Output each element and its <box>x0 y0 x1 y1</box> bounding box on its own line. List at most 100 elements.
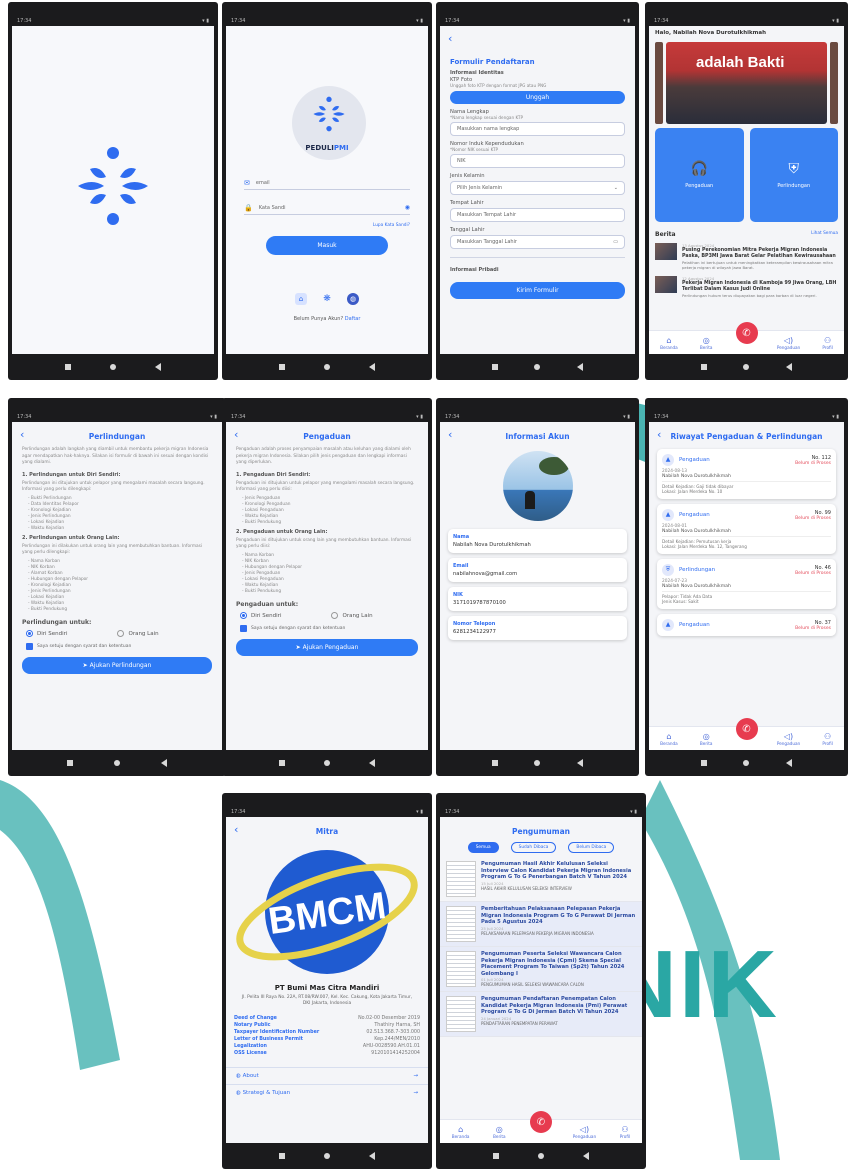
info-row: Legalization AHU-0028590.AH.01.01 <box>234 1044 420 1049</box>
calendar-icon[interactable]: ▭ <box>613 239 618 245</box>
eye-icon[interactable]: ◉ <box>405 204 410 211</box>
target-radio-group: Diri Sendiri Orang Lain <box>12 627 222 640</box>
call-button[interactable]: ✆ <box>735 322 758 344</box>
birthdate-input[interactable]: Masukkan Tanggal Lahir ▭ <box>450 235 625 249</box>
headset-icon: 🎧 <box>690 161 708 177</box>
page-title: Pengumuman <box>511 827 570 836</box>
house-icon[interactable]: ⌂ <box>295 293 307 305</box>
news-item[interactable]: 13 Agustus 2024 Pusing Perekonomian Mitra… <box>649 240 844 273</box>
back-arrow-icon[interactable]: ‹ <box>657 428 661 441</box>
history-card[interactable]: ▲ Pengaduan No. 37 Belum di Proses <box>657 614 836 636</box>
email-field[interactable]: ✉ email <box>244 176 410 190</box>
agree-checkbox[interactable]: Saya setuju dengan syarat dan ketentuan <box>12 640 222 653</box>
person-icon: ⚇ <box>824 731 832 741</box>
tab-profile[interactable]: ⚇ Profil <box>822 732 832 746</box>
submit-protection-button[interactable]: ➤ Ajukan Perlindungan <box>22 656 212 674</box>
submit-complaint-button[interactable]: ➤ Ajukan Pengaduan <box>236 638 418 656</box>
back-arrow-icon[interactable]: ‹ <box>234 823 238 836</box>
announcement-item[interactable]: Pengumuman Hasil Akhir Kelulusan Seleksi… <box>440 857 642 902</box>
system-nav[interactable] <box>222 750 432 776</box>
back-arrow-icon[interactable]: ‹ <box>448 32 452 45</box>
name-card: Nama Nabilah Nova Durotulkhikmah <box>448 529 627 553</box>
radio-self[interactable]: Diri Sendiri <box>240 611 281 619</box>
tab-home[interactable]: ⌂ Beranda <box>660 732 678 746</box>
system-nav[interactable] <box>8 354 218 380</box>
password-field[interactable]: 🔒 Kata Sandi ◉ <box>244 201 410 215</box>
system-nav[interactable] <box>436 1143 646 1169</box>
tab-home[interactable]: ⌂ Beranda <box>660 336 678 350</box>
complaint-tile[interactable]: 🎧 Pengaduan <box>655 128 744 222</box>
back-arrow-icon[interactable]: ‹ <box>448 428 452 441</box>
tab-complaint[interactable]: ◁) Pengaduan <box>777 732 800 746</box>
system-nav[interactable] <box>222 354 432 380</box>
filter-read[interactable]: Sudah Dibaca <box>510 842 557 853</box>
protection-tile[interactable]: ⛨ Perlindungan <box>749 128 838 222</box>
company-address: Jl. Pelita III Raya No. 22A, RT.08/RW.00… <box>241 995 413 1006</box>
announcement-item[interactable]: Pengumuman Pendaftaran Penempatan Calon … <box>440 992 642 1037</box>
news-item[interactable]: 12 Agustus 2024 Pekerja Migran Indonesia … <box>649 273 844 301</box>
nik-card: NIK 3171019787870100 <box>448 587 627 611</box>
login-button[interactable]: Masuk <box>266 236 388 255</box>
back-arrow-icon[interactable]: ‹ <box>234 428 238 441</box>
birthplace-input[interactable]: Masukkan Tempat Lahir <box>450 208 625 222</box>
for-label: Pengaduan untuk: <box>236 600 299 608</box>
megaphone-icon: ◁) <box>783 731 794 741</box>
system-nav[interactable] <box>436 750 639 776</box>
radio-other[interactable]: Orang Lain <box>117 629 159 637</box>
gender-select[interactable]: Pilih Jenis Kelamin ⌄ <box>450 181 625 195</box>
banner-image: adalah Bakti <box>666 42 827 124</box>
system-nav[interactable] <box>645 750 848 776</box>
nik-input[interactable]: NIK <box>450 154 625 168</box>
call-button[interactable]: ✆ <box>735 718 758 740</box>
flower-icon[interactable]: ❋ <box>321 293 333 305</box>
social-icons: ⌂ ❋ ◍ <box>226 293 428 305</box>
tab-news[interactable]: ◎ Berita <box>700 732 713 746</box>
globe-icon[interactable]: ◍ <box>347 293 359 305</box>
history-card[interactable]: ⛨ Perlindungan No. 46 Belum di Proses 2024-… <box>657 559 836 609</box>
birthplace-label: Tempat Lahir <box>450 200 484 206</box>
system-nav[interactable] <box>645 354 848 380</box>
chevron-down-icon: ⌄ <box>613 185 618 191</box>
phone-card: Nomor Telepon 6281234122977 <box>448 616 627 640</box>
tab-news[interactable]: ◎ Berita <box>700 336 713 350</box>
radio-self[interactable]: Diri Sendiri <box>26 629 67 637</box>
announcement-item[interactable]: Pengumuman Peserta Seleksi Wawancara Cal… <box>440 947 642 992</box>
tab-news[interactable]: ◎ Berita <box>493 1125 506 1139</box>
filter-tabs: Semua Sudah Dibaca Belum Dibaca <box>440 842 642 853</box>
email-card: Email nabilahnova@gmail.com <box>448 558 627 582</box>
home-icon: ⌂ <box>666 335 672 345</box>
filter-all[interactable]: Semua <box>467 842 499 853</box>
info-row: Deed of Change No.02-00 Desember 2019 <box>234 1016 420 1021</box>
call-button[interactable]: ✆ <box>530 1111 552 1133</box>
register-link[interactable]: Daftar <box>345 316 361 322</box>
submit-form-button[interactable]: Kirim Formulir <box>450 282 625 299</box>
target-radio-group: Diri Sendiri Orang Lain <box>226 609 428 622</box>
section-heading: 1. Pengaduan Diri Sendiri: <box>236 471 311 478</box>
system-nav[interactable] <box>8 750 226 776</box>
news-see-all-link[interactable]: Lihat Semua <box>811 231 838 238</box>
about-link[interactable]: ◍ About → <box>226 1067 428 1084</box>
name-input[interactable]: Masukkan nama lengkap <box>450 122 625 136</box>
history-card[interactable]: ▲ Pengaduan No. 112 Belum di Proses 2024-08… <box>657 449 836 499</box>
tab-complaint[interactable]: ◁) Pengaduan <box>573 1125 596 1139</box>
tab-profile[interactable]: ⚇ Profil <box>620 1125 630 1139</box>
back-arrow-icon[interactable]: ‹ <box>20 428 24 441</box>
tab-home[interactable]: ⌂ Beranda <box>452 1125 470 1139</box>
banner-carousel[interactable]: adalah Bakti <box>655 42 838 124</box>
radio-other[interactable]: Orang Lain <box>331 611 373 619</box>
filter-unread[interactable]: Belum Dibaca <box>568 842 615 853</box>
announcement-item[interactable]: Pemberitahuan Pelaksanaan Pelepasan Peke… <box>440 902 642 947</box>
tab-profile[interactable]: ⚇ Profil <box>822 336 832 350</box>
upload-button[interactable]: Unggah <box>450 91 625 104</box>
history-card[interactable]: ▲ Pengaduan No. 99 Belum di Proses 2024-08-… <box>657 504 836 554</box>
home-icon: ⌂ <box>666 731 672 741</box>
tab-complaint[interactable]: ◁) Pengaduan <box>777 336 800 350</box>
status-bar: 17:34 ▾ ▮ <box>445 18 630 24</box>
system-nav[interactable] <box>436 354 639 380</box>
agree-checkbox[interactable]: Saya setuju dengan syarat dan ketentuan <box>226 622 428 635</box>
system-nav[interactable] <box>222 1143 432 1169</box>
section-heading: 2. Pengaduan untuk Orang Lain: <box>236 528 328 535</box>
document-thumbnail <box>446 996 476 1032</box>
strategy-link[interactable]: ◍ Strategi & Tujuan → <box>226 1084 428 1101</box>
forgot-password-link[interactable]: Lupa Kata Sandi? <box>373 223 410 228</box>
